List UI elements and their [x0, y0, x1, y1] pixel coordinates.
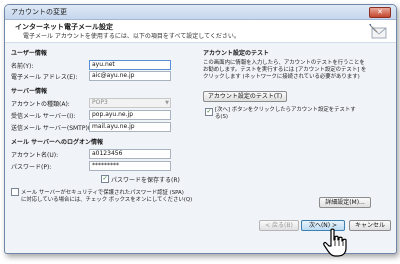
name-input[interactable]: ayu.net — [89, 60, 171, 70]
account-settings-dialog: アカウントの変更 ✕ インターネット電子メール設定 電子メール アカウントを使用… — [4, 4, 397, 254]
back-button: < 戻る(B) — [259, 220, 299, 231]
test-heading: アカウント設定のテスト — [203, 50, 270, 57]
header-subtitle: 電子メール アカウントを使用するには、以下の項目をすべて設定してください。 — [23, 33, 240, 40]
auto-test-label-line1: [次へ] ボタンをクリックしたらアカウント設定をテストす — [215, 107, 356, 113]
outgoing-server-label: 送信メール サーバー(SMTP)(O): — [11, 125, 100, 132]
remember-password-label: パスワードを保存する(R) — [111, 177, 180, 184]
account-type-label: アカウントの種類(A): — [11, 101, 70, 108]
email-label: 電子メール アドレス(E): — [11, 74, 78, 81]
remember-password-checkbox[interactable]: ✓ — [101, 175, 109, 183]
chevron-down-icon: ▼ — [165, 100, 169, 106]
hand-pointer-icon — [323, 228, 347, 257]
window-title: アカウントの変更 — [11, 8, 67, 16]
test-description-line1: この画面内に情報を入力したら、アカウントのテストを行うことを — [203, 60, 365, 66]
spa-checkbox[interactable] — [11, 188, 19, 196]
dialog-header: インターネット電子メール設定 電子メール アカウントを使用するには、以下の項目を… — [5, 20, 396, 43]
test-description-line2: お勧めします。テストを実行するには [アカウント設定のテスト] を — [203, 67, 367, 73]
spa-label-line2: に対応している場合には、チェック ボックスをオンにしてください(Q) — [21, 197, 193, 203]
account-name-label: アカウント名(U): — [11, 152, 59, 159]
title-bar: アカウントの変更 ✕ — [5, 5, 396, 20]
password-label: パスワード(P): — [11, 164, 52, 171]
name-label: 名前(Y): — [11, 63, 34, 70]
outgoing-server-input[interactable]: mail.ayu.ne.jp — [89, 122, 171, 132]
account-name-input[interactable]: a0123456 — [89, 149, 171, 159]
wizard-envelope-icon — [369, 24, 387, 39]
user-info-heading: ユーザー情報 — [11, 50, 47, 57]
account-type-select: POP3 ▼ — [89, 98, 171, 108]
account-type-value: POP3 — [92, 99, 108, 106]
close-button[interactable]: ✕ — [369, 7, 391, 18]
test-account-settings-button[interactable]: アカウント設定のテスト(T) — [203, 91, 287, 102]
cancel-button[interactable]: キャンセル — [349, 220, 391, 231]
incoming-server-input[interactable]: pop.ayu.ne.jp — [89, 110, 171, 120]
test-description-line3: クリックします (ネットワークに接続されている必要があります) — [203, 74, 360, 80]
incoming-server-label: 受信メール サーバー(I): — [11, 113, 76, 120]
auto-test-checkbox[interactable]: ✓ — [205, 108, 213, 116]
password-input[interactable]: ********* — [89, 161, 171, 171]
server-info-heading: サーバー情報 — [11, 88, 47, 95]
auto-test-label-line2: る(S) — [215, 114, 229, 120]
more-settings-button[interactable]: 詳細設定(M)... — [319, 197, 371, 208]
logon-info-heading: メール サーバーへのログオン情報 — [11, 139, 104, 146]
email-input[interactable]: aic@ayu.ne.jp — [89, 71, 171, 81]
